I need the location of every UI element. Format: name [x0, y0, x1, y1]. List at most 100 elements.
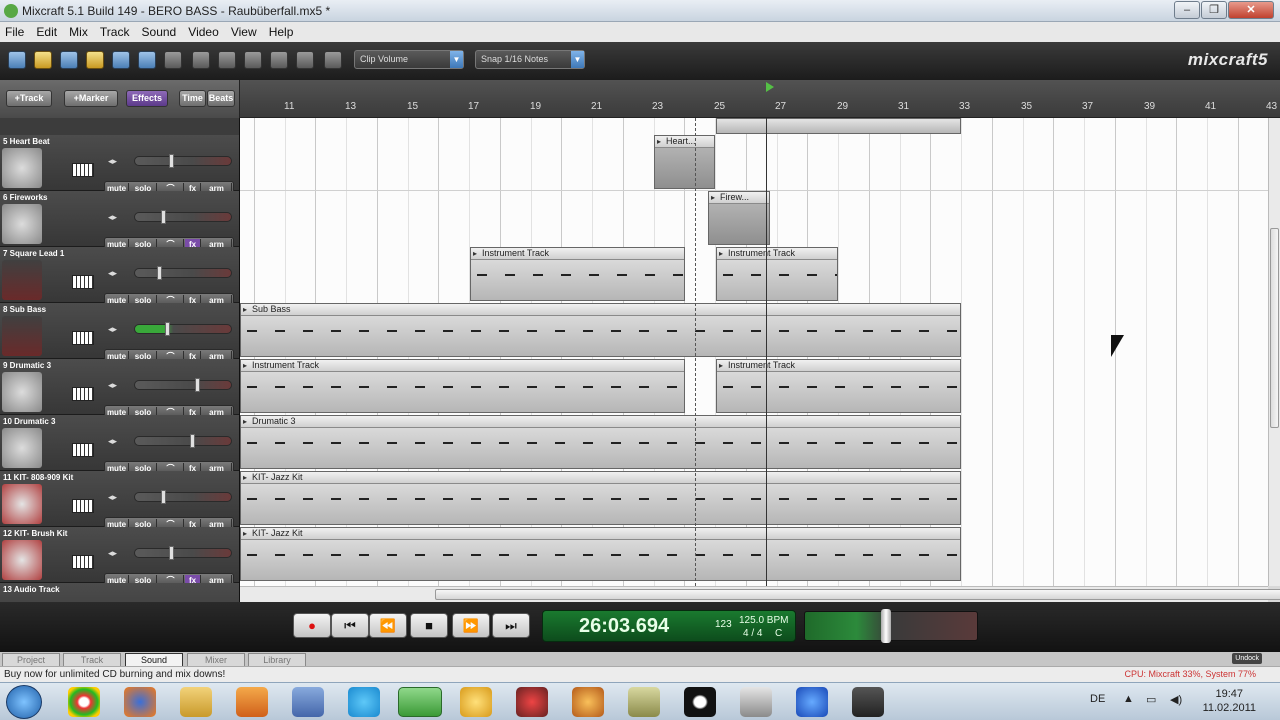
clip-mode-select[interactable]: Clip Volume ▼: [354, 50, 464, 69]
master-volume-fader[interactable]: [881, 609, 891, 643]
instrument-icon[interactable]: [2, 148, 42, 188]
horizontal-scrollbar[interactable]: [240, 586, 1280, 602]
keyboard-icon[interactable]: [2, 316, 42, 356]
record-button[interactable]: ●: [293, 613, 331, 638]
stop-button[interactable]: ■: [410, 613, 448, 638]
menu-mix[interactable]: Mix: [64, 22, 92, 39]
piano-keyboard-icon[interactable]: [72, 163, 94, 177]
tempo-readout[interactable]: 125.0 BPM: [739, 615, 788, 626]
clip-header[interactable]: Drumatic 3: [241, 416, 960, 428]
arrangement-area[interactable]: Heart... Firew... Instrument Track Instr…: [240, 118, 1268, 586]
clip-header[interactable]: Sub Bass: [241, 304, 960, 316]
open-icon[interactable]: [34, 51, 52, 69]
tab-sound[interactable]: Sound: [125, 653, 183, 666]
track-row[interactable]: 8 Sub Bass ◂▸ mute solo ⌒ fx arm: [0, 303, 239, 364]
vertical-scrollbar[interactable]: [1268, 118, 1280, 586]
clip-sub-bass[interactable]: Sub Bass: [240, 303, 961, 357]
volume-knob[interactable]: [161, 490, 166, 504]
clip-kit-808[interactable]: KIT- Jazz Kit: [240, 471, 961, 525]
thunderbolt-icon[interactable]: [796, 687, 828, 717]
track-row[interactable]: 5 Heart Beat ◂▸ mute solo ⌒ fx arm: [0, 135, 239, 196]
clip-drumatic-10[interactable]: Drumatic 3: [240, 415, 961, 469]
menu-sound[interactable]: Sound: [137, 22, 181, 39]
clip-drumatic-9a[interactable]: Instrument Track: [240, 359, 685, 413]
clip-header[interactable]: Instrument Track: [717, 360, 960, 372]
volume-slider[interactable]: [134, 322, 232, 336]
mixdown-icon[interactable]: [112, 51, 130, 69]
track-row[interactable]: 10 Drumatic 3 ◂▸ mute solo ⌒ fx arm: [0, 415, 239, 476]
notes-icon[interactable]: [628, 687, 660, 717]
messenger-icon[interactable]: [292, 687, 324, 717]
track-name[interactable]: 6 Fireworks: [3, 193, 47, 202]
clip-fireworks[interactable]: Firew...: [708, 191, 770, 245]
volume-slider[interactable]: [134, 434, 232, 448]
pan-control[interactable]: ◂▸: [108, 156, 130, 166]
beats-button[interactable]: Beats: [207, 90, 235, 107]
track-name[interactable]: 7 Square Lead 1: [3, 249, 64, 258]
instrument-icon[interactable]: [2, 428, 42, 468]
add-marker-button[interactable]: +Marker: [64, 90, 118, 107]
pan-control[interactable]: ◂▸: [108, 212, 130, 222]
scrollbar-thumb[interactable]: [435, 589, 1280, 600]
minimize-button[interactable]: –: [1174, 1, 1200, 19]
chrome-icon[interactable]: [68, 687, 100, 717]
pan-control[interactable]: ◂▸: [108, 492, 130, 502]
track-name[interactable]: 5 Heart Beat: [3, 137, 50, 146]
volume-slider[interactable]: [134, 378, 232, 392]
playhead-marker-icon[interactable]: [766, 82, 774, 92]
track-name[interactable]: 9 Drumatic 3: [3, 361, 51, 370]
tab-mixer[interactable]: Mixer: [187, 653, 245, 666]
piano-keyboard-icon[interactable]: [72, 275, 94, 289]
clip-heart-beat[interactable]: Heart...: [654, 135, 715, 189]
volume-slider[interactable]: [134, 266, 232, 280]
delete-icon[interactable]: [218, 51, 236, 69]
media-player-icon[interactable]: [236, 687, 268, 717]
undock-button[interactable]: Undock: [1232, 653, 1262, 664]
fl-studio-icon[interactable]: [460, 687, 492, 717]
clip-header[interactable]: Instrument Track: [717, 248, 837, 260]
volume-slider[interactable]: [134, 210, 232, 224]
track-row[interactable]: 12 KIT- Brush Kit ◂▸ mute solo ⌒ fx arm: [0, 527, 239, 588]
zoom-out-icon[interactable]: [244, 51, 262, 69]
undo-icon[interactable]: [138, 51, 156, 69]
volume-knob[interactable]: [165, 322, 170, 336]
volume-knob[interactable]: [195, 378, 200, 392]
volume-knob[interactable]: [169, 154, 174, 168]
volume-knob[interactable]: [169, 546, 174, 560]
clip-square-lead-2[interactable]: Instrument Track: [716, 247, 838, 301]
piano-keyboard-icon[interactable]: [72, 443, 94, 457]
redo-icon[interactable]: [164, 51, 182, 69]
menu-help[interactable]: Help: [264, 22, 298, 39]
piano-keyboard-icon[interactable]: [72, 499, 94, 513]
menu-view[interactable]: View: [226, 22, 261, 39]
timeline-ruler[interactable]: 11 13 15 17 19 21 23 25 27 29 31 33 35 3…: [240, 80, 1280, 118]
app-icon[interactable]: [740, 687, 772, 717]
go-to-end-button[interactable]: ⏭: [492, 613, 530, 638]
clip-header[interactable]: Instrument Track: [241, 360, 684, 372]
save-icon[interactable]: [60, 51, 78, 69]
effects-button[interactable]: Effects: [126, 90, 168, 107]
track-row[interactable]: 9 Drumatic 3 ◂▸ mute solo ⌒ fx arm: [0, 359, 239, 420]
volume-knob[interactable]: [161, 210, 166, 224]
tab-track[interactable]: Track: [63, 653, 121, 666]
volume-icon[interactable]: ◀): [1170, 693, 1182, 706]
app-icon[interactable]: [572, 687, 604, 717]
volume-slider[interactable]: [134, 154, 232, 168]
pan-control[interactable]: ◂▸: [108, 548, 130, 558]
volume-knob[interactable]: [190, 434, 195, 448]
time-button[interactable]: Time: [179, 90, 206, 107]
clip-header[interactable]: KIT- Jazz Kit: [241, 528, 960, 540]
skype-icon[interactable]: [348, 687, 380, 717]
language-indicator[interactable]: DE: [1090, 693, 1105, 705]
mixcraft-taskbar-icon[interactable]: [398, 687, 442, 717]
explorer-icon[interactable]: [180, 687, 212, 717]
menu-track[interactable]: Track: [95, 22, 134, 39]
menu-file[interactable]: File: [0, 22, 28, 39]
zoom-in-icon[interactable]: [270, 51, 288, 69]
track-row[interactable]: 6 Fireworks ◂▸ mute solo ⌒ fx arm: [0, 191, 239, 252]
track-row[interactable]: 13 Audio Track ◂▸: [0, 583, 239, 602]
time-signature-readout[interactable]: 4 / 4: [743, 628, 762, 639]
save-as-icon[interactable]: [86, 51, 104, 69]
playhead-line[interactable]: [766, 118, 767, 586]
clip-kit-brush[interactable]: KIT- Jazz Kit: [240, 527, 961, 581]
